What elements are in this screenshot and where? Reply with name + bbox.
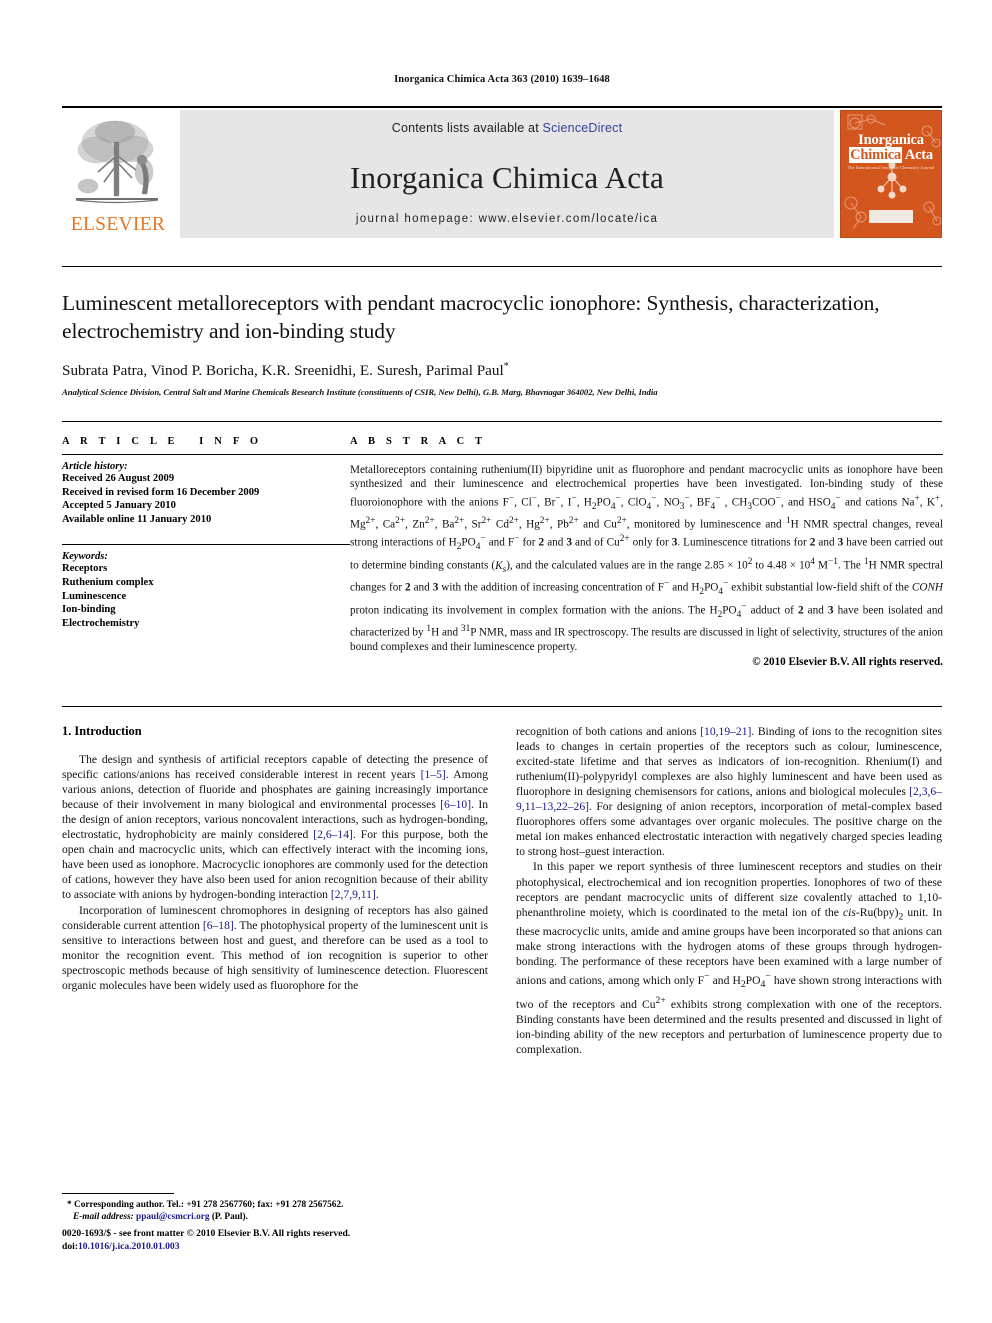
keyword-1: Receptors <box>62 563 108 575</box>
keywords-label: Keywords: <box>62 551 108 563</box>
citation-link[interactable]: [6–18] <box>203 919 234 932</box>
citation-link[interactable]: [10,19–21] <box>700 725 751 738</box>
paragraph-intro-2: Incorporation of luminescent chromophore… <box>62 903 488 993</box>
keyword-4: Ion-binding <box>62 604 116 616</box>
citation-link[interactable]: [2,7,9,11] <box>331 888 376 901</box>
keywords-rule <box>62 544 350 546</box>
journal-masthead: ELSEVIER Contents lists available at Sci… <box>62 106 942 238</box>
cover-title-line2a: Chimica <box>849 147 903 163</box>
footnote-rule <box>62 1192 174 1194</box>
elsevier-logo: ELSEVIER <box>62 110 174 238</box>
footnote-corresponding-text: Corresponding author. Tel.: +91 278 2567… <box>73 1199 344 1210</box>
author-names: Subrata Patra, Vinod P. Boricha, K.R. Sr… <box>62 362 504 380</box>
footnote-email-link[interactable]: ppaul@csmcri.org <box>136 1212 209 1222</box>
history-online: Available online 11 January 2010 <box>62 513 212 525</box>
paragraph-intro-4: In this paper we report synthesis of thr… <box>516 860 942 1056</box>
doi-label: doi: <box>62 1240 78 1252</box>
cover-title-line2b: Acta <box>904 147 933 163</box>
page-title: Luminescent metalloreceptors with pendan… <box>62 291 880 343</box>
issn-copyright-line: 0020-1693/$ - see front matter © 2010 El… <box>62 1228 351 1239</box>
keyword-2: Ruthenium complex <box>62 577 154 589</box>
abstract-heading: A B S T R A C T <box>350 436 487 448</box>
citation-link[interactable]: [6–10] <box>440 798 471 811</box>
footnote-email-label: E-mail address: <box>73 1212 134 1223</box>
article-history-label: Article history: <box>62 461 128 473</box>
doi-link[interactable]: 10.1016/j.ica.2010.01.003 <box>78 1241 180 1252</box>
paper-page: Inorganica Chimica Acta 363 (2010) 1639–… <box>62 0 943 1323</box>
abstract-column: A B S T R A C T Metalloreceptors contain… <box>350 436 943 680</box>
history-accepted: Accepted 5 January 2010 <box>62 500 176 512</box>
body-columns: 1. Introduction The design and synthesis… <box>62 705 942 1224</box>
history-revised: Received in revised form 16 December 200… <box>62 486 260 498</box>
footnote-block: * Corresponding author. Tel.: +91 278 25… <box>62 1192 488 1224</box>
article-info-rule <box>62 454 350 456</box>
section-heading-introduction: 1. Introduction <box>62 723 142 738</box>
abstract-rule <box>350 454 943 456</box>
doi-line: doi:10.1016/j.ica.2010.01.003 <box>62 1241 562 1254</box>
article-info-column: A R T I C L E I N F O Article history: R… <box>62 436 350 680</box>
cover-subtitle: The International Inorganic Chemistry Jo… <box>847 165 935 170</box>
title-block: Luminescent metalloreceptors with pendan… <box>62 266 942 397</box>
abstract-copyright: © 2010 Elsevier B.V. All rights reserved… <box>752 656 943 669</box>
contents-prefix: Contents lists available at <box>391 121 543 135</box>
paragraph-intro-1: The design and synthesis of artificial r… <box>62 752 488 902</box>
footnote-corresponding-author: * Corresponding author. Tel.: +91 278 25… <box>62 1199 488 1211</box>
history-received: Received 26 August 2009 <box>62 473 175 485</box>
corresponding-author-marker: * <box>503 361 509 372</box>
sciencedirect-link[interactable]: ScienceDirect <box>543 121 623 135</box>
journal-homepage-link[interactable]: journal homepage: www.elsevier.com/locat… <box>356 213 658 225</box>
footnote-email-suffix: (P. Paul). <box>211 1212 248 1223</box>
keyword-5: Electrochemistry <box>62 617 140 629</box>
affiliation: Analytical Science Division, Central Sal… <box>62 387 658 398</box>
journal-title: Inorganica Chimica Acta <box>350 160 664 195</box>
author-list: Subrata Patra, Vinod P. Boricha, K.R. Sr… <box>62 361 942 380</box>
paragraph-intro-3: recognition of both cations and anions [… <box>516 724 942 859</box>
footnote-email-line: E-mail address: ppaul@csmcri.org (P. Pau… <box>62 1211 488 1223</box>
cover-title-line2: Chimica Acta <box>845 147 937 163</box>
cover-badge <box>869 210 913 223</box>
running-head: Inorganica Chimica Acta 363 (2010) 1639–… <box>394 74 610 85</box>
info-abstract-row: A R T I C L E I N F O Article history: R… <box>62 421 943 680</box>
journal-cover-thumbnail: Inorganica Chimica Acta The Internationa… <box>840 110 942 238</box>
contents-available-line: Contents lists available at ScienceDirec… <box>392 121 623 135</box>
bottom-matter: 0020-1693/$ - see front matter © 2010 El… <box>62 1228 562 1253</box>
cover-title-line1: Inorganica <box>858 132 924 148</box>
citation-link[interactable]: [1–5] <box>421 768 446 781</box>
abstract-text: Metalloreceptors containing ruthenium(II… <box>350 464 944 654</box>
body-column-right: recognition of both cations and anions [… <box>516 724 942 1224</box>
citation-link[interactable]: [2,3,6–9,11–13,22–26] <box>516 785 942 813</box>
body-column-left: 1. Introduction The design and synthesis… <box>62 724 488 1224</box>
footnote-marker: * <box>67 1199 72 1210</box>
elsevier-wordmark: ELSEVIER <box>70 214 166 235</box>
article-info-heading: A R T I C L E I N F O <box>62 436 263 448</box>
keyword-3: Luminescence <box>62 590 127 602</box>
elsevier-tree-icon <box>75 120 159 204</box>
citation-link[interactable]: [2,6–14] <box>313 828 353 841</box>
journal-band: Contents lists available at ScienceDirec… <box>180 110 834 238</box>
